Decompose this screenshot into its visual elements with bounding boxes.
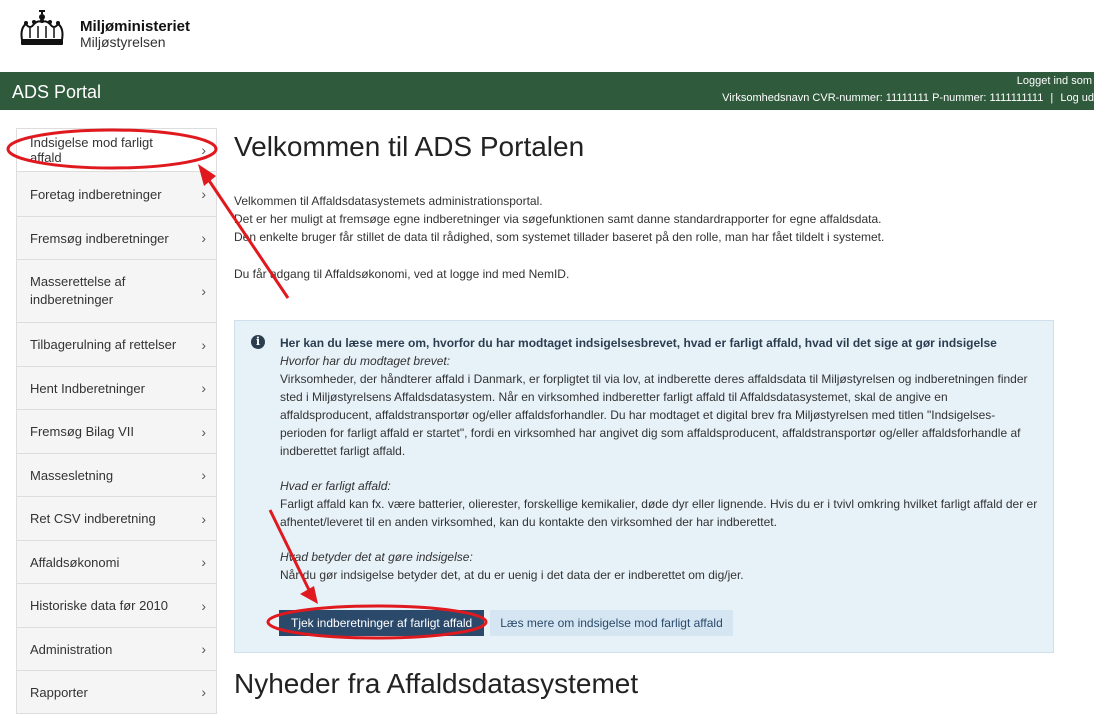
info-paragraph: Når du gør indsigelse betyder det, at du… xyxy=(280,568,744,582)
info-question: Hvad betyder det at gøre indsigelse: xyxy=(280,550,473,564)
chevron-right-icon: › xyxy=(201,510,206,527)
sidebar-nav: Indsigelse mod farligt affald › Foretag … xyxy=(16,128,217,714)
sidebar-item-label: Indsigelse mod farligt affald xyxy=(30,135,153,165)
sidebar-item-label: Fremsøg indberetninger xyxy=(30,230,169,246)
chevron-right-icon: › xyxy=(201,230,206,246)
sidebar-item-label: Historiske data før 2010 xyxy=(30,598,169,613)
chevron-right-icon: › xyxy=(201,554,206,570)
info-paragraph: Virksomheder, der håndterer affald i Dan… xyxy=(280,372,1028,458)
sidebar-item-rapporter[interactable]: Rapporter › xyxy=(16,671,217,714)
company-name: Virksomhedsnavn xyxy=(722,92,810,104)
chevron-right-icon: › xyxy=(201,467,206,483)
info-content: Her kan du læse mere om, hvorfor du har … xyxy=(280,334,1040,584)
info-icon: i xyxy=(251,335,265,349)
sidebar-item-fremsoeg[interactable]: Fremsøg indberetninger › xyxy=(16,217,217,260)
check-reports-button[interactable]: Tjek indberetninger af farligt affald xyxy=(279,610,485,636)
sidebar-item-label: Massesletning xyxy=(30,467,114,483)
sidebar-item-label: Affaldsøkonomi xyxy=(30,554,120,570)
chevron-right-icon: › xyxy=(201,641,206,657)
sidebar-item-hent[interactable]: Hent Indberetninger › xyxy=(16,367,217,410)
chevron-right-icon: › xyxy=(201,423,206,440)
portal-bar: ADS Portal Logget ind som Virksomhedsnav… xyxy=(0,72,1094,110)
info-question: Hvad er farligt affald: xyxy=(280,479,391,493)
sidebar-item-affaldsoekonomi[interactable]: Affaldsøkonomi › xyxy=(16,541,217,584)
org-name: Miljøministeriet xyxy=(80,18,191,35)
chevron-right-icon: › xyxy=(201,684,206,700)
sidebar-item-foretag[interactable]: Foretag indberetninger › xyxy=(16,172,217,217)
read-more-button[interactable]: Læs mere om indsigelse mod farligt affal… xyxy=(490,610,733,636)
logout-link[interactable]: Log ud xyxy=(1060,92,1094,104)
chevron-right-icon: › xyxy=(201,186,206,202)
sidebar-item-massesletning[interactable]: Massesletning › xyxy=(16,454,217,497)
chevron-right-icon: › xyxy=(201,283,206,299)
intro-line: Det er her muligt at fremsøge egne indbe… xyxy=(234,212,882,226)
intro-line: Den enkelte bruger får stillet de data t… xyxy=(234,230,885,244)
site-header: Miljøministeriet Miljøstyrelsen xyxy=(0,0,1094,72)
chevron-right-icon: › xyxy=(201,597,206,614)
chevron-right-icon: › xyxy=(201,142,206,158)
user-info: Virksomhedsnavn CVR-nummer: 11111111 P-n… xyxy=(722,92,1094,104)
nemid-text: Du får adgang til Affaldsøkonomi, ved at… xyxy=(234,267,570,281)
sidebar-item-masserettelse[interactable]: Masserettelse af indberetninger › xyxy=(16,260,217,323)
sidebar-item-label: Masserettelse af indberetninger xyxy=(30,274,126,307)
chevron-right-icon: › xyxy=(201,380,206,396)
sidebar-item-label: Rapporter xyxy=(30,684,88,700)
sidebar-item-tilbagerulning[interactable]: Tilbagerulning af rettelser › xyxy=(16,323,217,367)
sidebar-item-ret-csv[interactable]: Ret CSV indberetning › xyxy=(16,497,217,541)
main-content: Velkommen til ADS Portalen Velkommen til… xyxy=(234,128,1064,699)
info-actions: Tjek indberetninger af farligt affald Læ… xyxy=(279,610,733,636)
p-number: P-nummer: 1111111111 xyxy=(932,92,1044,104)
intro-text: Velkommen til Affaldsdatasystemets admin… xyxy=(234,192,1064,283)
sidebar-item-label: Foretag indberetninger xyxy=(30,186,162,202)
sidebar-item-label: Tilbagerulning af rettelser xyxy=(30,337,177,352)
sidebar-item-administration[interactable]: Administration › xyxy=(16,628,217,671)
sidebar-item-label: Hent Indberetninger xyxy=(30,380,145,396)
portal-title[interactable]: ADS Portal xyxy=(12,82,101,103)
info-box: i Her kan du læse mere om, hvorfor du ha… xyxy=(234,320,1054,653)
crown-icon xyxy=(20,10,64,45)
sidebar-item-historiske[interactable]: Historiske data før 2010 › xyxy=(16,584,217,628)
intro-line: Velkommen til Affaldsdatasystemets admin… xyxy=(234,194,543,208)
logged-in-label: Logget ind som xyxy=(1016,75,1092,87)
info-question: Hvorfor har du modtaget brevet: xyxy=(280,354,451,368)
news-title: Nyheder fra Affaldsdatasystemet xyxy=(234,668,639,699)
sidebar-item-bilag[interactable]: Fremsøg Bilag VII › xyxy=(16,410,217,454)
cvr-number: CVR-nummer: 11111111 xyxy=(812,92,929,104)
separator: | xyxy=(1050,92,1054,104)
sidebar-item-label: Ret CSV indberetning xyxy=(30,511,156,526)
sidebar-item-label: Administration xyxy=(30,641,113,657)
chevron-right-icon: › xyxy=(201,336,206,353)
info-heading: Her kan du læse mere om, hvorfor du har … xyxy=(280,336,997,350)
sidebar-item-label: Fremsøg Bilag VII xyxy=(30,424,135,439)
sidebar-item-indsigelse[interactable]: Indsigelse mod farligt affald › xyxy=(16,128,217,172)
info-paragraph: Farligt affald kan fx. være batterier, o… xyxy=(280,497,1038,529)
org-subname: Miljøstyrelsen xyxy=(80,34,166,50)
page-title: Velkommen til ADS Portalen xyxy=(234,131,585,162)
